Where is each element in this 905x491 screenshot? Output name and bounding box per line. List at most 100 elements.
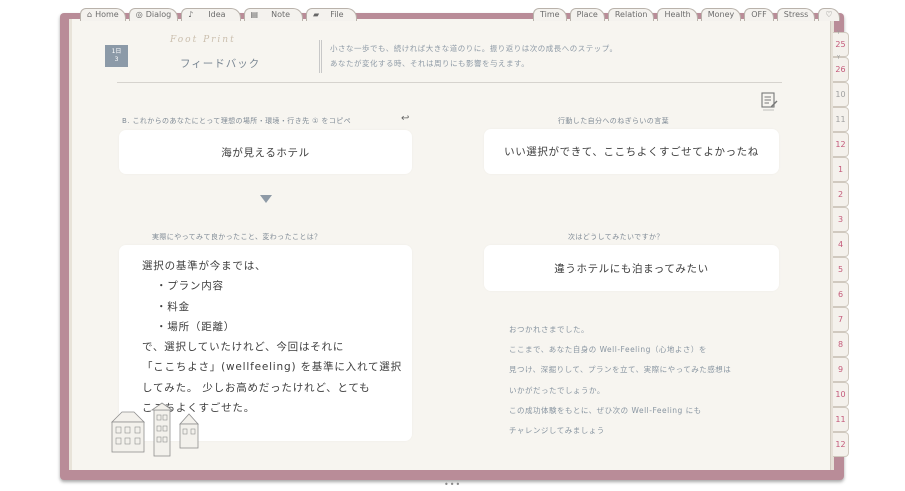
index-label: 10 <box>835 90 846 99</box>
tab-label: Place <box>576 10 598 19</box>
page-title: フィードバック <box>180 58 261 70</box>
answer-text: いい選択ができて、ここちよくすごせてよかったね <box>504 146 759 158</box>
tab-label: Stress <box>783 10 809 19</box>
index-tab-month[interactable]: 1 <box>833 157 849 182</box>
tab-file[interactable]: ▰ File <box>306 8 357 21</box>
question-next-label: 次はどうしてみたいですか？ <box>568 233 664 241</box>
index-tab-month[interactable]: 12 <box>833 132 849 157</box>
index-tab-month[interactable]: 11 <box>833 107 849 132</box>
index-label: 26 <box>835 65 846 74</box>
index-label: 11 <box>835 115 846 124</box>
memo-icon[interactable] <box>761 92 778 112</box>
date-month: 1日 <box>111 48 122 55</box>
header-description: 小さな一歩でも、続ければ大きな道のりに。振り返りは次の成長へのステップ。 あなた… <box>330 41 618 71</box>
tab-label: OFF <box>751 10 767 19</box>
tab-home[interactable]: ⌂ Home <box>80 8 126 21</box>
index-tab-month[interactable]: 4 <box>833 232 849 257</box>
houses-illustration <box>111 402 199 457</box>
home-icon: ⌂ <box>87 10 93 19</box>
date-day: 3 <box>114 56 119 63</box>
tab-dialog[interactable]: ◎ Dialog <box>128 8 179 21</box>
tab-label: Time <box>540 10 560 19</box>
index-label: 10 <box>835 390 846 399</box>
text-line: いかがだったでしょうか。 <box>509 385 605 395</box>
index-label: 5 <box>837 265 844 274</box>
section-subtitle: Foot Print <box>170 35 236 45</box>
category-tabs: Time Place Relation Health Money OFF Str… <box>533 8 843 21</box>
index-label: 8 <box>837 340 844 349</box>
index-label: 4 <box>837 240 844 249</box>
date-badge: 1日 3 <box>105 45 128 67</box>
index-tab-month[interactable]: 2 <box>833 182 849 207</box>
index-tab-month[interactable]: 10 <box>833 82 849 107</box>
tab-place[interactable]: Place <box>569 8 605 21</box>
tab-health[interactable]: Health <box>657 8 698 21</box>
text-line: 見つけ、深掘りして、プランを立て、実際にやってみた感想は <box>509 365 732 375</box>
tab-label: Health <box>664 10 691 19</box>
text-line: 「ここちよさ」(wellfeeling) を基準に入れて選択 <box>142 361 402 374</box>
note-icon: ▤ <box>250 10 259 19</box>
arrow-down-icon <box>260 195 272 203</box>
answer-card-praise[interactable]: いい選択ができて、ここちよくすごせてよかったね <box>484 129 779 174</box>
index-tab-year-26[interactable]: Y 26 <box>833 55 849 82</box>
tab-relation[interactable]: Relation <box>607 8 655 21</box>
index-label: 12 <box>835 440 846 449</box>
answer-card-ideal-place[interactable]: 海が見えるホテル <box>119 130 412 174</box>
tab-favorite[interactable]: ♡ <box>818 8 840 21</box>
index-tab-month[interactable]: 9 <box>833 357 849 382</box>
heart-icon: ♡ <box>825 10 833 19</box>
question-b-label: B. これからのあなたにとって理想の場所・環境・行き先 ① をコピペ <box>122 117 352 125</box>
index-label: 25 <box>835 40 846 49</box>
header-line: あなたが変化する時、それは周りにも影響を与えます。 <box>330 59 530 68</box>
tab-time[interactable]: Time <box>533 8 567 21</box>
tab-label: Home <box>95 10 119 19</box>
tab-off[interactable]: OFF <box>744 8 774 21</box>
tab-label: Dialog <box>145 10 172 19</box>
index-tab-month[interactable]: 6 <box>833 282 849 307</box>
tab-money[interactable]: Money <box>700 8 742 21</box>
question-words-label: 行動した自分へのねぎらいの言葉 <box>558 117 669 125</box>
index-tab-month[interactable]: 10 <box>833 382 849 407</box>
question-learn-label: 実際にやってみて良かったこと、変わったことは？ <box>152 233 322 241</box>
index-tab-month[interactable]: 3 <box>833 207 849 232</box>
answer-text: 違うホテルにも泊まってみたい <box>554 262 709 275</box>
text-line: おつかれさまでした。 <box>509 325 589 334</box>
index-tab-month[interactable]: 12 <box>833 432 849 457</box>
month-index: Y 25 Y 26 10 11 12 1 2 3 4 5 6 7 8 9 10 11… <box>833 30 855 457</box>
tab-label: Money <box>707 10 735 19</box>
tab-stress[interactable]: Stress <box>776 8 816 21</box>
index-label: 12 <box>835 140 846 149</box>
tab-label: Idea <box>208 10 226 19</box>
year-marker: Y <box>837 55 841 61</box>
index-label: 6 <box>837 290 844 299</box>
text-line: この成功体験をもとに、ぜひ次の Well-Feeling にも <box>509 405 702 415</box>
reflection-text: 選択の基準が今までは、 ・プラン内容 ・料金 ・場所（距離） で、選択していたけ… <box>142 256 402 418</box>
closing-message: おつかれさまでした。 ここまで、あなた自身の Well-Feeling（心地よさ… <box>509 320 731 441</box>
undo-icon[interactable]: ↩ <box>401 113 409 124</box>
tab-idea[interactable]: ♪ Idea <box>181 8 241 21</box>
year-marker: Y <box>837 30 841 36</box>
index-tab-month[interactable]: 7 <box>833 307 849 332</box>
text-line: ・プラン内容 <box>156 280 224 293</box>
bottom-handle[interactable]: ••• <box>444 480 461 489</box>
lightbulb-icon: ♪ <box>188 10 194 19</box>
index-tab-month[interactable]: 11 <box>833 407 849 432</box>
text-line: で、選択していたけれど、今回はそれに <box>142 341 345 354</box>
index-label: 1 <box>837 165 844 174</box>
answer-card-next[interactable]: 違うホテルにも泊まってみたい <box>484 245 779 291</box>
index-tab-month[interactable]: 5 <box>833 257 849 282</box>
main-tabs: ⌂ Home ◎ Dialog ♪ Idea ▤ Note ▰ File <box>80 8 360 21</box>
index-label: 7 <box>837 315 844 324</box>
tab-note[interactable]: ▤ Note <box>243 8 304 21</box>
header-line: 小さな一歩でも、続ければ大きな道のりに。振り返りは次の成長へのステップ。 <box>330 44 618 53</box>
text-line: 選択の基準が今までは、 <box>142 260 267 272</box>
index-tab-month[interactable]: 8 <box>833 332 849 357</box>
index-label: 11 <box>835 415 846 424</box>
text-line: チャレンジしてみましょう <box>509 426 605 436</box>
index-tab-year-25[interactable]: Y 25 <box>833 30 849 57</box>
text-line: してみた。 少しお高めだったけれど、とても <box>142 381 371 394</box>
index-label: 9 <box>837 365 844 374</box>
index-label: 2 <box>837 190 844 199</box>
text-line: ここまで、あなた自身の Well-Feeling（心地よさ）を <box>509 345 707 355</box>
text-line: ・場所（距離） <box>156 320 236 333</box>
